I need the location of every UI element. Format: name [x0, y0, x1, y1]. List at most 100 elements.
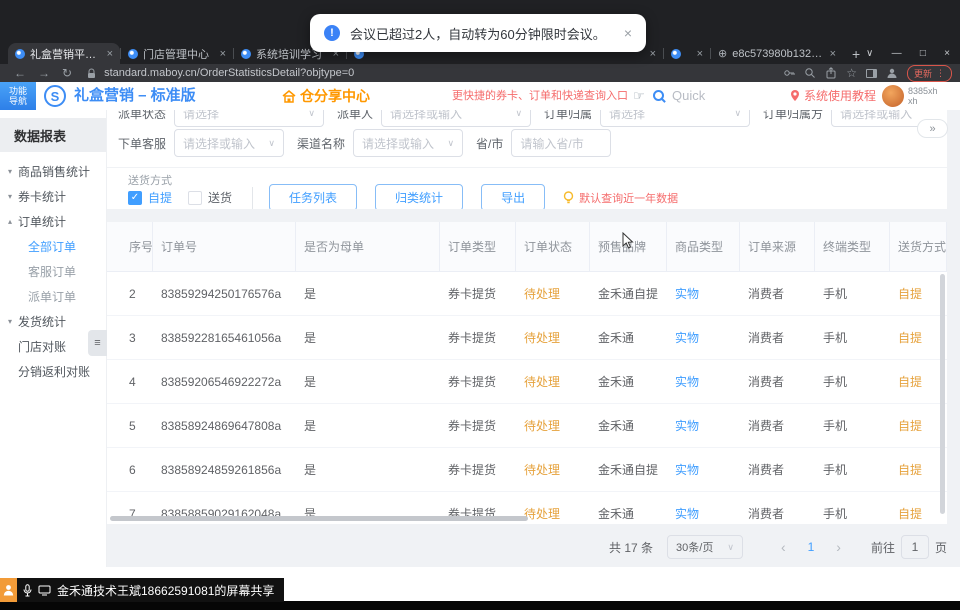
dispatcher-select[interactable]: 请选择或输入∨ [381, 110, 531, 127]
cell: 83858924859261856a [153, 463, 296, 477]
reload-icon[interactable]: ↻ [62, 66, 72, 80]
site-favicon-icon [15, 49, 25, 59]
maximize-icon[interactable]: □ [920, 48, 926, 59]
cell: 消费者 [740, 461, 815, 478]
chevron-down-icon: ∨ [721, 542, 734, 553]
sidebar-item-label: 派单订单 [28, 288, 76, 305]
order-belong-select[interactable]: 请选择∨ [600, 110, 750, 127]
table-body: 283859294250176576a是券卡提货待处理金禾通自提实物消费者手机自… [107, 272, 947, 524]
product-type-link[interactable]: 实物 [667, 505, 740, 522]
product-type-link[interactable]: 实物 [667, 373, 740, 390]
sidebar-item-3[interactable]: ▴订单统计 [0, 209, 106, 234]
bookmark-star-icon[interactable]: ☆ [846, 66, 857, 80]
chrome-update-button[interactable]: 更新 ⋮ [907, 65, 952, 82]
warehouse-share-link[interactable]: 仓分享中心 [282, 82, 370, 110]
sidebar-item-label: 券卡统计 [18, 188, 66, 205]
function-nav-button[interactable]: 功能导航 [0, 82, 36, 110]
cell: 消费者 [740, 505, 815, 522]
next-page-button[interactable]: › [824, 539, 853, 555]
chevron-down-icon: ∨ [302, 110, 315, 119]
tab-close-icon[interactable]: × [830, 48, 836, 60]
province-city-input[interactable]: 请输入省/市 [511, 129, 611, 157]
quick-entry-link[interactable]: 更快捷的券卡、订单和快递查询入口 [452, 82, 628, 110]
share-icon[interactable] [825, 67, 837, 79]
tabs-chevron-icon[interactable]: ∨ [866, 48, 873, 59]
table-header: 序号订单号是否为母单订单类型订单状态预售品牌商品类型订单来源终端类型送货方式 [107, 222, 947, 272]
tab-close-icon[interactable]: × [650, 48, 656, 60]
goto-label: 前往 [871, 539, 895, 556]
sidebar-item-1[interactable]: ▾商品销售统计 [0, 159, 106, 184]
warehouse-share-label: 仓分享中心 [300, 86, 370, 106]
quick-label[interactable]: Quick [672, 82, 705, 110]
lock-icon [87, 68, 96, 79]
sidebar-item-4[interactable]: 全部订单 [0, 234, 106, 259]
user-avatar[interactable] [882, 85, 904, 107]
delivery-checkbox-1[interactable]: ✓自提 [128, 189, 172, 206]
delivery-options: ✓自提送货 [128, 189, 248, 206]
quick-search-icon[interactable] [653, 90, 664, 101]
cell: 手机 [815, 461, 890, 478]
filter-label: 省/市 [476, 135, 503, 152]
product-type-link[interactable]: 实物 [667, 329, 740, 346]
caret-down-icon: ▾ [8, 317, 18, 326]
window-close-icon[interactable]: × [944, 48, 950, 59]
tab-close-icon[interactable]: × [107, 48, 113, 60]
filter-group-order-belong: 订单归属请选择∨ [544, 110, 750, 127]
task-list-button[interactable]: 任务列表 [269, 184, 357, 209]
export-button[interactable]: 导出 [481, 184, 545, 209]
product-type-link[interactable]: 实物 [667, 417, 740, 434]
web-page: 功能导航 S 礼盒营销 – 标准版 仓分享中心 更快捷的券卡、订单和快递查询入口… [0, 82, 960, 610]
sidebar-item-9[interactable]: 分销返利对账 [0, 359, 106, 384]
minimize-icon[interactable]: — [892, 48, 902, 59]
globe-favicon-icon: ⊕ [718, 47, 727, 60]
browser-tab-1[interactable]: 礼盒营销平台管理中心× [8, 43, 120, 64]
browser-toolbar: ← → ↻ standard.maboy.cn/OrderStatisticsD… [0, 64, 960, 82]
channel-name-select[interactable]: 请选择或输入∨ [353, 129, 463, 157]
filter-label: 下单客服 [118, 135, 166, 152]
current-page[interactable]: 1 [798, 540, 825, 554]
tab-close-icon[interactable]: × [220, 48, 226, 60]
tab-close-icon[interactable]: × [697, 48, 703, 60]
browser-tab-2[interactable]: 门店管理中心× [121, 43, 233, 64]
prev-page-button[interactable]: ‹ [769, 539, 798, 555]
product-type-link[interactable]: 实物 [667, 285, 740, 302]
horizontal-scrollbar[interactable] [110, 516, 528, 521]
zoom-icon[interactable] [804, 67, 816, 79]
chevron-down-icon: ∨ [509, 110, 522, 119]
browser-tab-5[interactable]: × [664, 43, 710, 64]
browser-tab-6[interactable]: ⊕e8c573980b1328a258fd2e6× [711, 43, 843, 64]
cell: 6 [121, 463, 153, 477]
table-row-4: 483859206546922272a是券卡提货待处理金禾通实物消费者手机自提 [107, 360, 947, 404]
screen-share-bar[interactable]: 金禾通技术王斌18662591081的屏幕共享 [0, 578, 284, 602]
sidebar-item-2[interactable]: ▾券卡统计 [0, 184, 106, 209]
sidebar-item-6[interactable]: 派单订单 [0, 284, 106, 309]
placeholder-text: 请选择 [609, 110, 645, 122]
order-cs-select[interactable]: 请选择或输入∨ [174, 129, 284, 157]
vertical-scrollbar[interactable] [940, 274, 945, 514]
dispatch-status-select[interactable]: 请选择∨ [174, 110, 324, 127]
sidebar-collapse-handle[interactable]: ≡ [88, 330, 107, 356]
toast-close-icon[interactable]: × [624, 25, 632, 41]
checkbox-label: 自提 [148, 189, 172, 206]
forward-icon[interactable]: → [38, 66, 50, 80]
cell: 消费者 [740, 285, 815, 302]
product-type-link[interactable]: 实物 [667, 461, 740, 478]
classify-stats-button[interactable]: 归类统计 [375, 184, 463, 209]
back-icon[interactable]: ← [14, 66, 26, 80]
cell: 手机 [815, 285, 890, 302]
bulb-icon [563, 191, 574, 205]
expand-filters-button[interactable]: » [917, 119, 948, 138]
profile-icon[interactable] [886, 67, 898, 79]
sidebar-item-label: 订单统计 [18, 213, 66, 230]
delivery-checkbox-2[interactable]: 送货 [188, 189, 232, 206]
sidebar: 数据报表 ▾商品销售统计▾券卡统计▴订单统计全部订单客服订单派单订单▾发货统计门… [0, 110, 107, 567]
system-tutorial-link[interactable]: 系统使用教程 [804, 82, 876, 110]
sidebar-item-5[interactable]: 客服订单 [0, 259, 106, 284]
toolbar-buttons: 任务列表归类统计导出 [269, 184, 563, 209]
goto-page-input[interactable]: 1 [901, 535, 929, 559]
cell: 手机 [815, 329, 890, 346]
page-size-select[interactable]: 30条/页 ∨ [667, 535, 743, 559]
url-field[interactable]: standard.maboy.cn/OrderStatisticsDetail?… [104, 67, 774, 79]
side-panel-icon[interactable] [866, 69, 877, 78]
key-icon[interactable] [783, 67, 795, 79]
